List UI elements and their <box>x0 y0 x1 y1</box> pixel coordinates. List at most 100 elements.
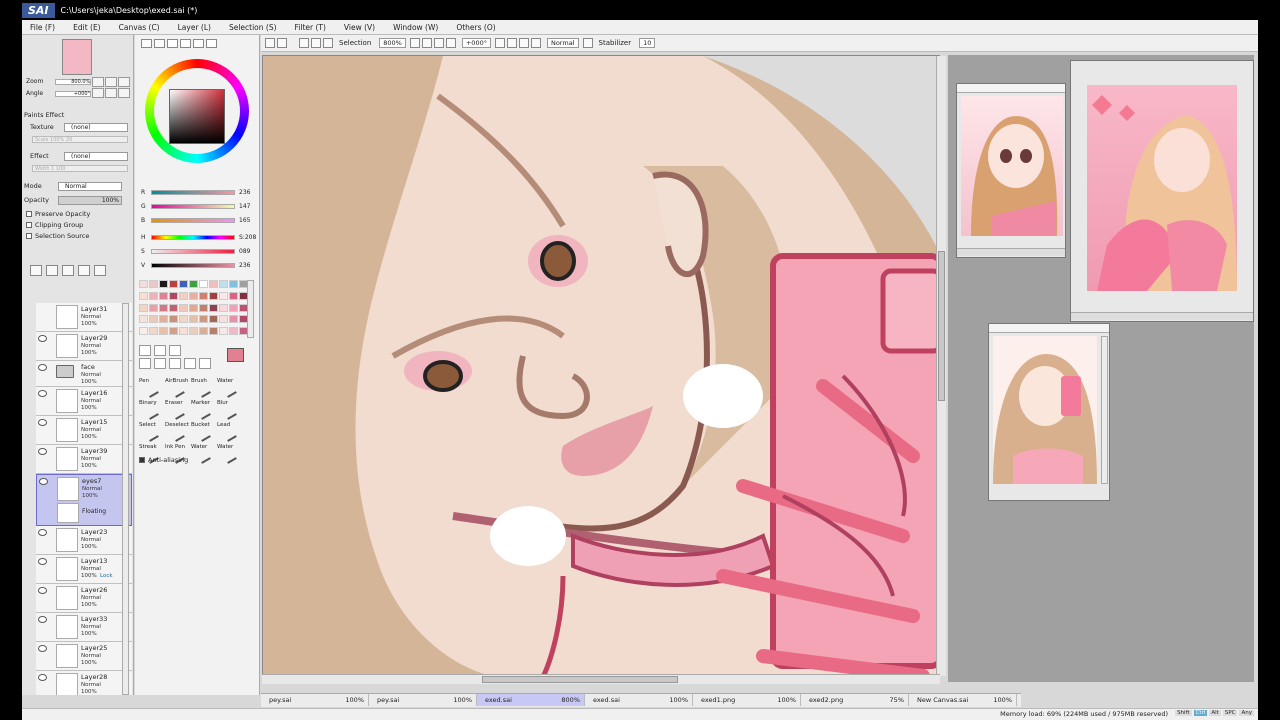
texture-select[interactable]: (none) <box>64 122 128 132</box>
layer-list-scrollbar[interactable] <box>122 303 129 695</box>
layer-row[interactable]: Layer13 Normal 100% Lock <box>36 555 132 584</box>
file-tab[interactable]: exed1.png 100% <box>693 694 801 706</box>
color-swatch[interactable] <box>139 327 148 336</box>
brush-tool[interactable]: Blur <box>217 400 243 420</box>
menu-edit[interactable]: Edit (E) <box>73 23 101 32</box>
brush-tool[interactable]: Binary <box>139 400 165 420</box>
swatch-mode-icon[interactable] <box>206 39 217 48</box>
color-swatch[interactable] <box>219 303 228 312</box>
anti-aliasing-checkbox[interactable]: Anti-aliasing <box>139 456 188 464</box>
visibility-eye-icon[interactable] <box>38 645 47 652</box>
visibility-eye-icon[interactable] <box>38 616 47 623</box>
color-swatch[interactable] <box>229 280 238 288</box>
visibility-eye-icon[interactable] <box>38 335 47 342</box>
color-swatch[interactable] <box>149 291 158 300</box>
color-swatch[interactable] <box>159 315 168 324</box>
color-swatch[interactable] <box>179 291 188 300</box>
brush-tool[interactable]: Deselect <box>165 422 191 442</box>
color-swatch[interactable] <box>199 291 208 300</box>
zoom-slider[interactable]: 800.0% <box>55 78 92 85</box>
file-tab[interactable]: New Canvas.sai 100% <box>909 694 1017 706</box>
color-swatch[interactable] <box>179 327 188 336</box>
redo-icon[interactable] <box>277 38 287 48</box>
zoom-out-button[interactable] <box>409 38 420 48</box>
color-swatch[interactable] <box>189 291 198 300</box>
color-swatch[interactable] <box>219 327 228 336</box>
color-swatch[interactable] <box>219 315 228 324</box>
visibility-eye-icon[interactable] <box>38 674 47 681</box>
menu-filter[interactable]: Filter (T) <box>295 23 326 32</box>
new-mask-icon[interactable] <box>62 265 74 276</box>
zoom-in-button[interactable] <box>421 38 432 48</box>
selection-toggle-icon[interactable] <box>323 38 333 48</box>
visibility-eye-icon[interactable] <box>38 587 47 594</box>
brush-tool[interactable]: Water <box>191 444 217 464</box>
color-swatch[interactable] <box>189 280 198 288</box>
layer-row[interactable]: Layer26 Normal 100% <box>36 584 132 613</box>
color-swatch[interactable] <box>229 315 238 324</box>
navigator-preview[interactable] <box>62 39 92 75</box>
rotate-ccw-button[interactable] <box>494 38 505 48</box>
rect-select-icon[interactable] <box>139 345 151 356</box>
color-swatch[interactable] <box>169 303 178 312</box>
rotate-cw-button[interactable] <box>506 38 517 48</box>
brush-tool[interactable]: Water <box>217 444 243 464</box>
visibility-eye-icon[interactable] <box>38 390 47 397</box>
color-swatch[interactable] <box>139 303 148 312</box>
color-swatch[interactable] <box>139 291 148 300</box>
zoom-in-icon[interactable] <box>105 77 117 87</box>
zoom-icon[interactable] <box>154 358 166 369</box>
current-color-swatch[interactable] <box>227 348 244 362</box>
color-swatch[interactable] <box>189 315 198 324</box>
canvas-horizontal-scrollbar[interactable] <box>262 674 940 684</box>
deselect-icon[interactable] <box>299 38 309 48</box>
color-swatch[interactable] <box>149 280 158 288</box>
h-slider[interactable] <box>151 234 235 240</box>
color-swatch[interactable] <box>179 303 188 312</box>
zoom-select[interactable]: 800% <box>379 38 406 48</box>
swatch-scrollbar[interactable] <box>247 280 254 338</box>
color-swatch[interactable] <box>179 315 188 324</box>
blend-select[interactable]: Normal <box>546 38 579 48</box>
g-slider[interactable] <box>151 203 235 209</box>
move-icon[interactable] <box>139 358 151 369</box>
hand-icon[interactable] <box>184 358 196 369</box>
color-swatch[interactable] <box>189 303 198 312</box>
reference-window-3-titlebar[interactable] <box>989 324 1109 333</box>
brush-tool[interactable]: Lead <box>217 422 243 442</box>
color-swatch[interactable] <box>139 280 148 288</box>
texture-scale-slider[interactable]: Scale 100% 20 <box>32 136 128 143</box>
color-swatch[interactable] <box>219 291 228 300</box>
layer-row[interactable]: Layer16 Normal 100% <box>36 387 132 416</box>
reference-window-3-scrollbar[interactable] <box>1101 336 1108 484</box>
color-swatch[interactable] <box>169 280 178 288</box>
color-wheel-mode-icon[interactable] <box>141 39 152 48</box>
zoom-fit-button[interactable] <box>433 38 444 48</box>
file-tab[interactable]: pey.sai 100% <box>369 694 477 706</box>
undo-icon[interactable] <box>265 38 275 48</box>
zoom-out-icon[interactable] <box>92 77 104 87</box>
trash-icon[interactable] <box>94 265 106 276</box>
visibility-eye-icon[interactable] <box>38 558 47 565</box>
file-tab[interactable]: exed.sai 800% <box>477 694 585 706</box>
paper-effect-header[interactable]: Paints Effect <box>24 111 64 119</box>
layer-row[interactable]: Layer29 Normal 100% <box>36 332 132 361</box>
color-swatch[interactable] <box>169 315 178 324</box>
clipping-group-checkbox[interactable]: Clipping Group <box>26 221 83 229</box>
visibility-eye-icon[interactable] <box>39 478 48 485</box>
eyedropper-icon[interactable] <box>199 358 211 369</box>
color-swatch[interactable] <box>139 315 148 324</box>
color-swatch[interactable] <box>209 291 218 300</box>
file-tab[interactable]: exed2.png 75% <box>801 694 909 706</box>
v-slider[interactable] <box>151 262 235 268</box>
b-slider[interactable] <box>151 217 235 223</box>
color-swatch[interactable] <box>149 327 158 336</box>
layer-row[interactable]: Layer33 Normal 100% <box>36 613 132 642</box>
color-swatch[interactable] <box>169 291 178 300</box>
lasso-icon[interactable] <box>154 345 166 356</box>
layer-row[interactable]: Layer31 Normal 100% <box>36 303 132 332</box>
color-swatch[interactable] <box>209 315 218 324</box>
color-swatch[interactable] <box>199 280 208 288</box>
color-swatch[interactable] <box>209 280 218 288</box>
reference-window-3[interactable] <box>988 323 1110 501</box>
